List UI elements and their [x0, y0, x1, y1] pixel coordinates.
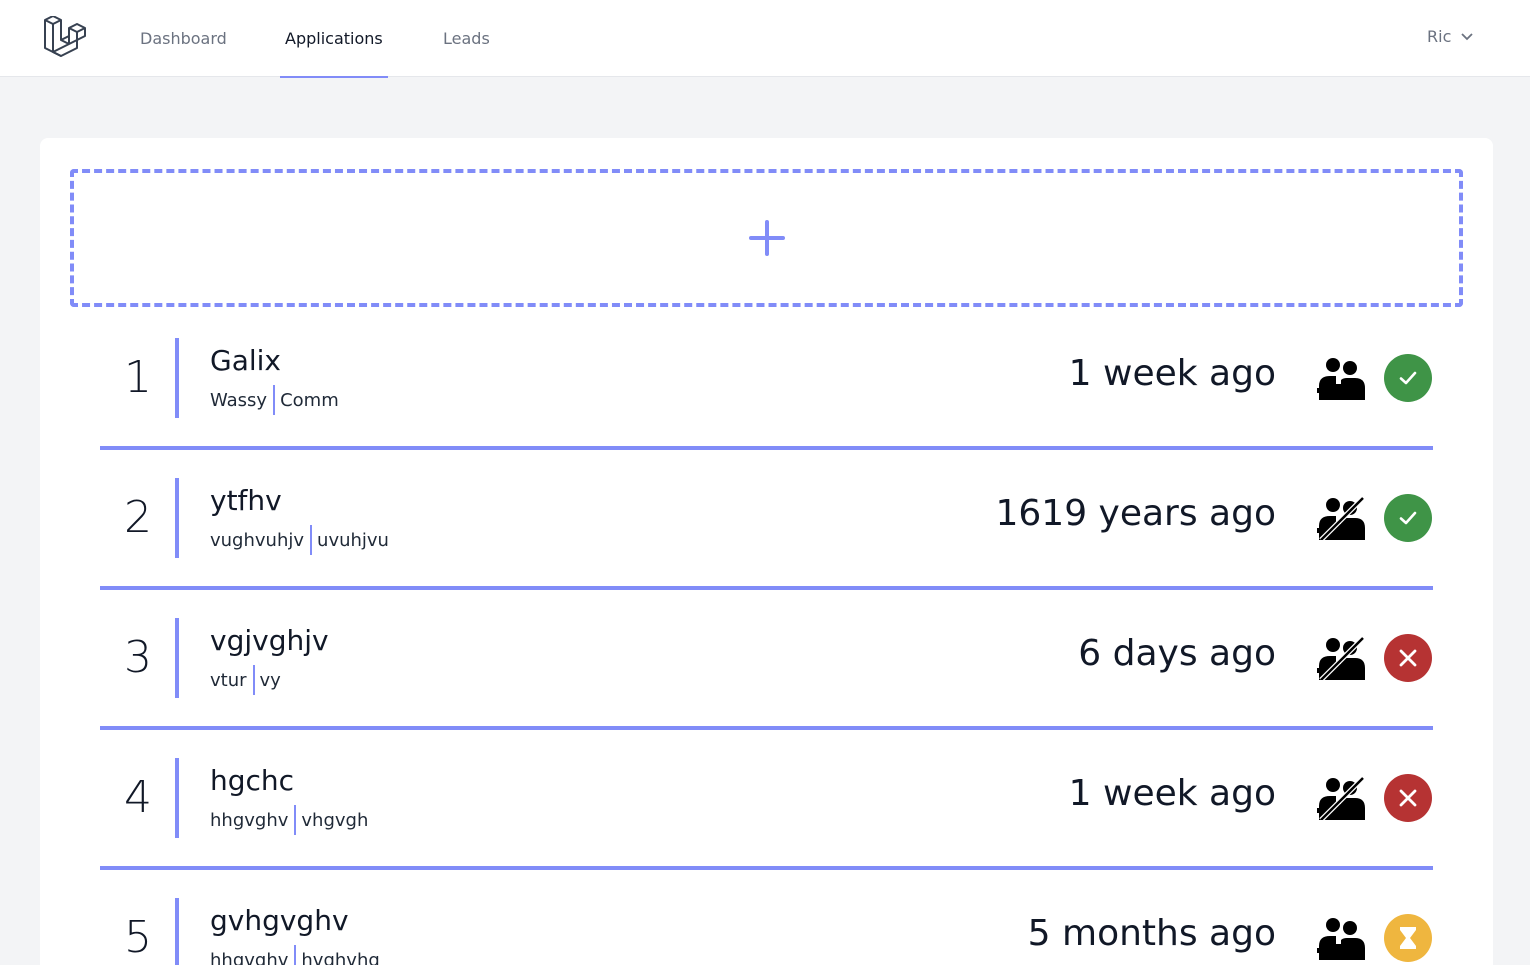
application-row[interactable]: 4 hgchc hhgvghv vhgvgh 1 week ago	[100, 758, 1433, 870]
application-title: Galix	[210, 344, 281, 377]
status-accepted-button[interactable]	[1384, 354, 1432, 402]
application-contact: vughvuhjv	[210, 529, 305, 551]
subtitle-separator	[294, 945, 297, 965]
top-navigation: Dashboard Applications Leads Ric	[0, 0, 1530, 78]
close-icon	[1399, 649, 1417, 667]
application-source: uvuhjvu	[317, 529, 389, 551]
application-source: vy	[259, 669, 281, 691]
subtitle-separator	[252, 665, 255, 695]
user-menu[interactable]: Ric	[1427, 27, 1473, 46]
check-icon	[1399, 511, 1417, 525]
row-divider	[175, 758, 179, 838]
application-row[interactable]: 2 ytfhv vughvuhjv uvuhjvu 1619 years ago	[100, 478, 1433, 590]
row-divider	[175, 478, 179, 558]
application-time: 1619 years ago	[995, 493, 1276, 534]
application-title: hgchc	[210, 764, 295, 797]
row-divider	[175, 898, 179, 965]
status-accepted-button[interactable]	[1384, 494, 1432, 542]
application-time: 5 months ago	[1027, 913, 1276, 954]
no-meeting-icon[interactable]	[1317, 636, 1367, 680]
application-source: Comm	[280, 389, 339, 411]
nav-link-applications[interactable]: Applications	[280, 0, 388, 78]
application-row[interactable]: 5 gvhgvghv hhgvghv hvghvhg 5 months ago	[100, 898, 1433, 965]
application-title: gvhgvghv	[210, 904, 349, 937]
application-source: vhgvgh	[301, 809, 369, 831]
add-application-button[interactable]	[70, 169, 1463, 307]
status-rejected-button[interactable]	[1384, 774, 1432, 822]
subtitle-separator	[294, 805, 297, 835]
application-time: 6 days ago	[1078, 633, 1276, 674]
row-index: 4	[124, 772, 152, 823]
no-meeting-icon[interactable]	[1317, 776, 1367, 820]
application-row[interactable]: 1 Galix Wassy Comm 1 week ago	[100, 338, 1433, 450]
application-title: ytfhv	[210, 484, 282, 517]
row-divider	[175, 618, 179, 698]
application-contact: hhgvghv	[210, 949, 289, 965]
application-source: hvghvhg	[301, 949, 380, 965]
application-subtitle: vtur vy	[210, 665, 281, 695]
row-divider	[175, 338, 179, 418]
nav-link-dashboard[interactable]: Dashboard	[140, 0, 227, 77]
application-contact: Wassy	[210, 389, 268, 411]
row-index: 2	[124, 492, 152, 543]
hourglass-icon	[1400, 927, 1416, 949]
application-subtitle: vughvuhjv uvuhjvu	[210, 525, 389, 555]
application-subtitle: Wassy Comm	[210, 385, 339, 415]
plus-icon	[748, 220, 785, 256]
close-icon	[1399, 789, 1417, 807]
nav-link-leads[interactable]: Leads	[443, 0, 490, 77]
application-subtitle: hhgvghv vhgvgh	[210, 805, 368, 835]
no-meeting-icon[interactable]	[1317, 496, 1367, 540]
chevron-down-icon	[1461, 32, 1473, 40]
row-index: 3	[124, 632, 152, 683]
row-index: 1	[124, 352, 152, 403]
meeting-icon[interactable]	[1317, 916, 1367, 960]
subtitle-separator	[273, 385, 276, 415]
application-row[interactable]: 3 vgjvghjv vtur vy 6 days ago	[100, 618, 1433, 730]
check-icon	[1399, 371, 1417, 385]
application-time: 1 week ago	[1068, 773, 1276, 814]
status-pending-button[interactable]	[1384, 914, 1432, 962]
application-time: 1 week ago	[1068, 353, 1276, 394]
application-contact: vtur	[210, 669, 247, 691]
subtitle-separator	[310, 525, 313, 555]
user-name: Ric	[1427, 27, 1452, 46]
application-title: vgjvghjv	[210, 624, 329, 657]
laravel-logo-icon[interactable]	[42, 16, 86, 60]
application-subtitle: hhgvghv hvghvhg	[210, 945, 380, 965]
applications-card: 1 Galix Wassy Comm 1 week ago 2 ytfhv vu…	[40, 138, 1493, 965]
application-contact: hhgvghv	[210, 809, 289, 831]
row-index: 5	[124, 912, 152, 963]
status-rejected-button[interactable]	[1384, 634, 1432, 682]
meeting-icon[interactable]	[1317, 356, 1367, 400]
